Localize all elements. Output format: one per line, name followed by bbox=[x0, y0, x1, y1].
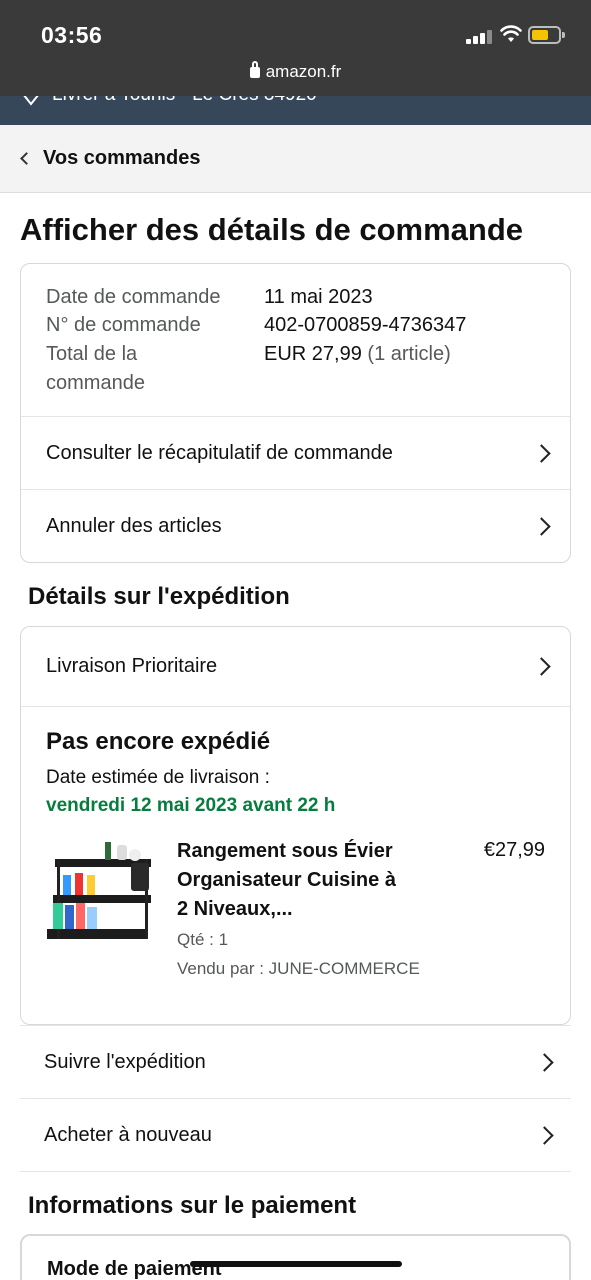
chevron-left-icon bbox=[20, 152, 33, 165]
url-text: amazon.fr bbox=[265, 62, 342, 81]
product-title-line: Organisateur Cuisine à bbox=[177, 869, 396, 891]
buy-again-label: Acheter à nouveau bbox=[44, 1123, 212, 1146]
order-date-label: Date de commande bbox=[46, 286, 221, 308]
track-shipment-label: Suivre l'expédition bbox=[44, 1050, 206, 1073]
cancel-items-label: Annuler des articles bbox=[46, 515, 222, 537]
wifi-icon bbox=[500, 25, 522, 42]
divider bbox=[21, 706, 570, 707]
delivery-estimate-label: Date estimée de livraison : bbox=[46, 767, 270, 788]
payment-section-title: Informations sur le paiement bbox=[28, 1192, 357, 1219]
cancel-items-link[interactable]: Annuler des articles bbox=[21, 490, 570, 563]
product-title[interactable]: Rangement sous Évier Organisateur Cuisin… bbox=[177, 837, 427, 924]
product-quantity: Qté : 1 bbox=[177, 930, 229, 949]
order-number-label: N° de commande bbox=[46, 314, 201, 336]
battery-icon bbox=[528, 26, 565, 44]
order-total-value: EUR 27,99 (1 article) bbox=[264, 340, 451, 369]
url-bar[interactable]: amazon.fr bbox=[0, 61, 591, 82]
product-image[interactable] bbox=[45, 837, 155, 942]
product-title-line: Rangement sous Évier bbox=[177, 840, 393, 862]
delivery-option-label: Livraison Prioritaire bbox=[46, 654, 218, 677]
delivery-estimate-date: vendredi 12 mai 2023 avant 22 h bbox=[46, 795, 336, 816]
chevron-right-icon bbox=[532, 443, 551, 463]
page-title: Afficher des détails de commande bbox=[20, 212, 524, 247]
product-price: €27,99 bbox=[483, 839, 545, 861]
back-to-orders-link[interactable]: Vos commandes bbox=[0, 125, 591, 193]
order-number-value: 402-0700859-4736347 bbox=[264, 314, 467, 336]
lock-icon bbox=[249, 61, 260, 78]
delivery-option-link[interactable]: Livraison Prioritaire bbox=[21, 627, 570, 705]
clock: 03:56 bbox=[41, 22, 103, 48]
order-recap-link[interactable]: Consulter le récapitulatif de commande bbox=[21, 417, 570, 489]
order-summary-card: Date de commande 11 mai 2023 N° de comma… bbox=[20, 263, 571, 563]
order-total-amount: EUR 27,99 bbox=[264, 343, 362, 365]
order-total-label-line1: Total de la bbox=[46, 343, 138, 365]
product-title-line: 2 Niveaux,... bbox=[177, 898, 293, 920]
chevron-right-icon bbox=[535, 1125, 554, 1145]
payment-card: Mode de paiement bbox=[20, 1234, 571, 1280]
order-date-value: 11 mai 2023 bbox=[264, 286, 373, 308]
chevron-right-icon bbox=[532, 656, 551, 676]
buy-again-link[interactable]: Acheter à nouveau bbox=[20, 1099, 571, 1171]
divider bbox=[20, 1171, 571, 1172]
back-link-label: Vos commandes bbox=[43, 147, 201, 169]
product-seller: Vendu par : JUNE-COMMERCE bbox=[177, 959, 420, 978]
track-shipment-link[interactable]: Suivre l'expédition bbox=[20, 1026, 571, 1098]
order-recap-label: Consulter le récapitulatif de commande bbox=[46, 441, 393, 464]
cellular-signal-icon bbox=[466, 30, 492, 44]
chevron-right-icon bbox=[535, 1052, 554, 1072]
chevron-right-icon bbox=[532, 517, 551, 536]
shipment-card: Livraison Prioritaire Pas encore expédié… bbox=[20, 626, 571, 1025]
status-bar: 03:56 amazon.fr bbox=[0, 0, 591, 96]
order-item-count: (1 article) bbox=[367, 343, 451, 365]
order-total-label-line2: commande bbox=[46, 372, 145, 394]
shipping-section-title: Détails sur l'expédition bbox=[28, 583, 290, 610]
home-indicator[interactable] bbox=[190, 1261, 402, 1267]
shipment-status: Pas encore expédié bbox=[46, 728, 271, 755]
